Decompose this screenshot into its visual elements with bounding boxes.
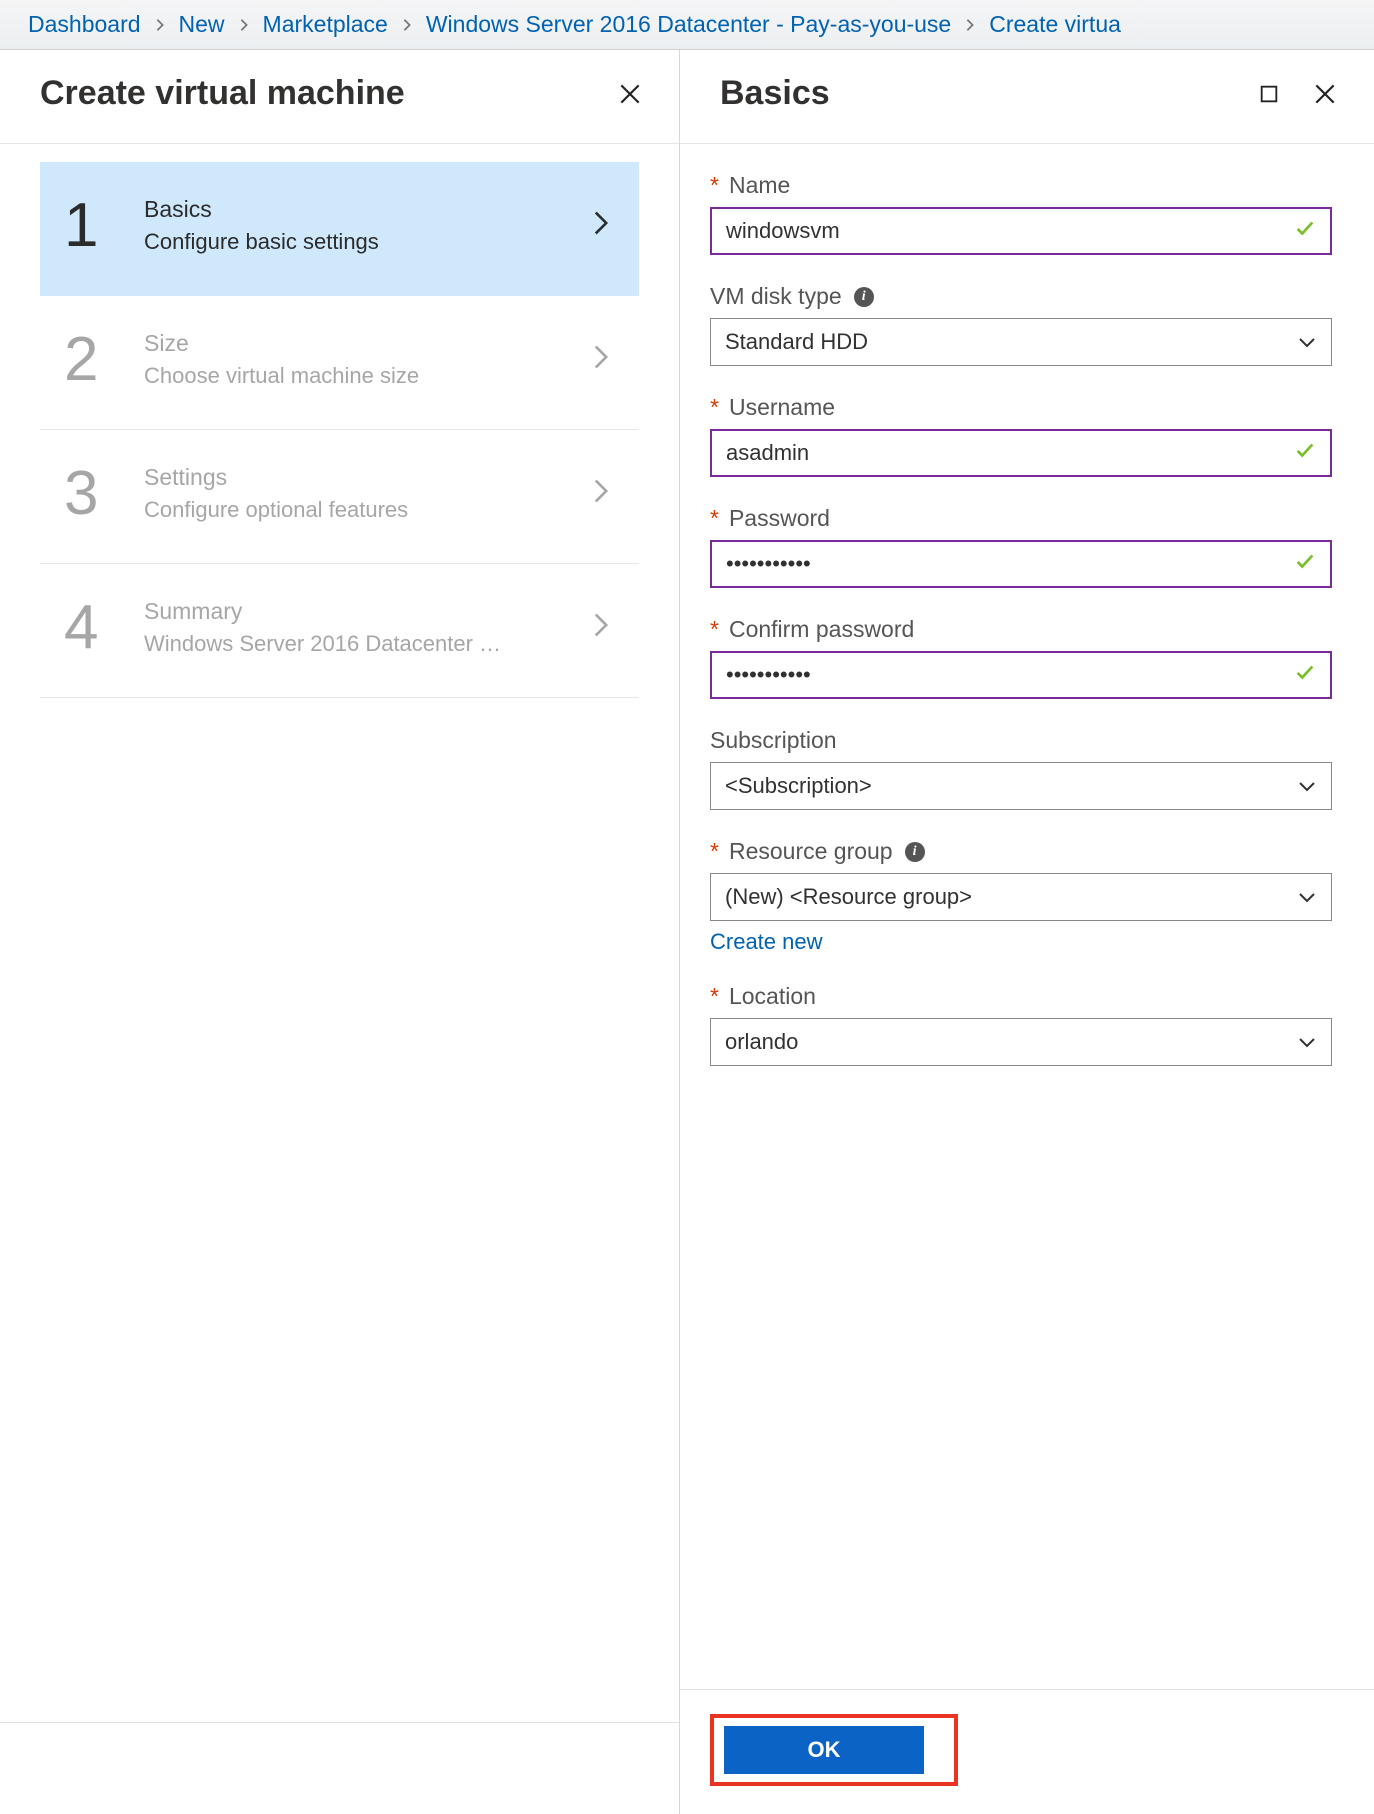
disk-type-select[interactable]: Standard HDD (710, 318, 1332, 366)
username-label: *Username (710, 394, 1332, 421)
basics-pane: Basics *Name (680, 50, 1374, 1814)
info-icon[interactable]: i (854, 287, 874, 307)
close-icon[interactable] (1310, 79, 1340, 109)
step-basics[interactable]: 1 Basics Configure basic settings (40, 162, 639, 296)
info-icon[interactable]: i (905, 842, 925, 862)
checkmark-icon (1294, 439, 1316, 467)
chevron-down-icon (1297, 773, 1317, 799)
step-subtitle: Choose virtual machine size (144, 363, 593, 389)
chevron-down-icon (1297, 329, 1317, 355)
name-input[interactable] (710, 207, 1332, 255)
breadcrumb-item-new[interactable]: New (179, 11, 225, 38)
close-icon[interactable] (615, 79, 645, 109)
step-number: 1 (64, 190, 144, 261)
step-number: 3 (64, 458, 144, 529)
checkmark-icon (1294, 661, 1316, 689)
left-pane-footer (0, 1722, 679, 1814)
step-title: Size (144, 330, 593, 357)
step-title: Basics (144, 196, 593, 223)
username-input[interactable] (710, 429, 1332, 477)
ok-highlight-box: OK (710, 1714, 958, 1786)
chevron-down-icon (1297, 884, 1317, 910)
step-subtitle: Configure basic settings (144, 229, 593, 255)
breadcrumb: Dashboard New Marketplace Windows Server… (0, 0, 1374, 50)
chevron-right-icon (951, 18, 989, 32)
subscription-select[interactable]: <Subscription> (710, 762, 1332, 810)
chevron-down-icon (1297, 1029, 1317, 1055)
location-label: *Location (710, 983, 1332, 1010)
panel-title: Basics (720, 74, 830, 113)
chevron-right-icon (593, 478, 615, 510)
step-number: 2 (64, 324, 144, 395)
page-title: Create virtual machine (40, 74, 405, 113)
checkmark-icon (1294, 217, 1316, 245)
resource-group-select[interactable]: (New) <Resource group> (710, 873, 1332, 921)
create-new-link[interactable]: Create new (710, 929, 823, 955)
step-summary[interactable]: 4 Summary Windows Server 2016 Datacenter… (40, 564, 639, 698)
maximize-icon[interactable] (1254, 79, 1284, 109)
ok-button[interactable]: OK (724, 1726, 924, 1774)
chevron-right-icon (593, 344, 615, 376)
password-label: *Password (710, 505, 1332, 532)
step-settings[interactable]: 3 Settings Configure optional features (40, 430, 639, 564)
breadcrumb-item-dashboard[interactable]: Dashboard (28, 11, 141, 38)
step-subtitle: Windows Server 2016 Datacenter … (144, 631, 593, 657)
name-label: *Name (710, 172, 1332, 199)
checkmark-icon (1294, 550, 1316, 578)
chevron-right-icon (225, 18, 263, 32)
breadcrumb-item-create[interactable]: Create virtua (989, 11, 1121, 38)
step-size[interactable]: 2 Size Choose virtual machine size (40, 296, 639, 430)
resource-group-label: *Resource group i (710, 838, 1332, 865)
step-subtitle: Configure optional features (144, 497, 593, 523)
confirm-password-label: *Confirm password (710, 616, 1332, 643)
location-select[interactable]: orlando (710, 1018, 1332, 1066)
disk-type-label: VM disk type i (710, 283, 1332, 310)
breadcrumb-item-product[interactable]: Windows Server 2016 Datacenter - Pay-as-… (426, 11, 951, 38)
chevron-right-icon (593, 210, 615, 242)
password-input[interactable]: ••••••••••• (710, 540, 1332, 588)
step-title: Summary (144, 598, 593, 625)
subscription-label: Subscription (710, 727, 1332, 754)
step-number: 4 (64, 592, 144, 663)
step-title: Settings (144, 464, 593, 491)
steps-pane: Create virtual machine 1 Basics Configur… (0, 50, 680, 1814)
chevron-right-icon (141, 18, 179, 32)
confirm-password-input[interactable]: ••••••••••• (710, 651, 1332, 699)
chevron-right-icon (388, 18, 426, 32)
chevron-right-icon (593, 612, 615, 644)
breadcrumb-item-marketplace[interactable]: Marketplace (263, 11, 388, 38)
